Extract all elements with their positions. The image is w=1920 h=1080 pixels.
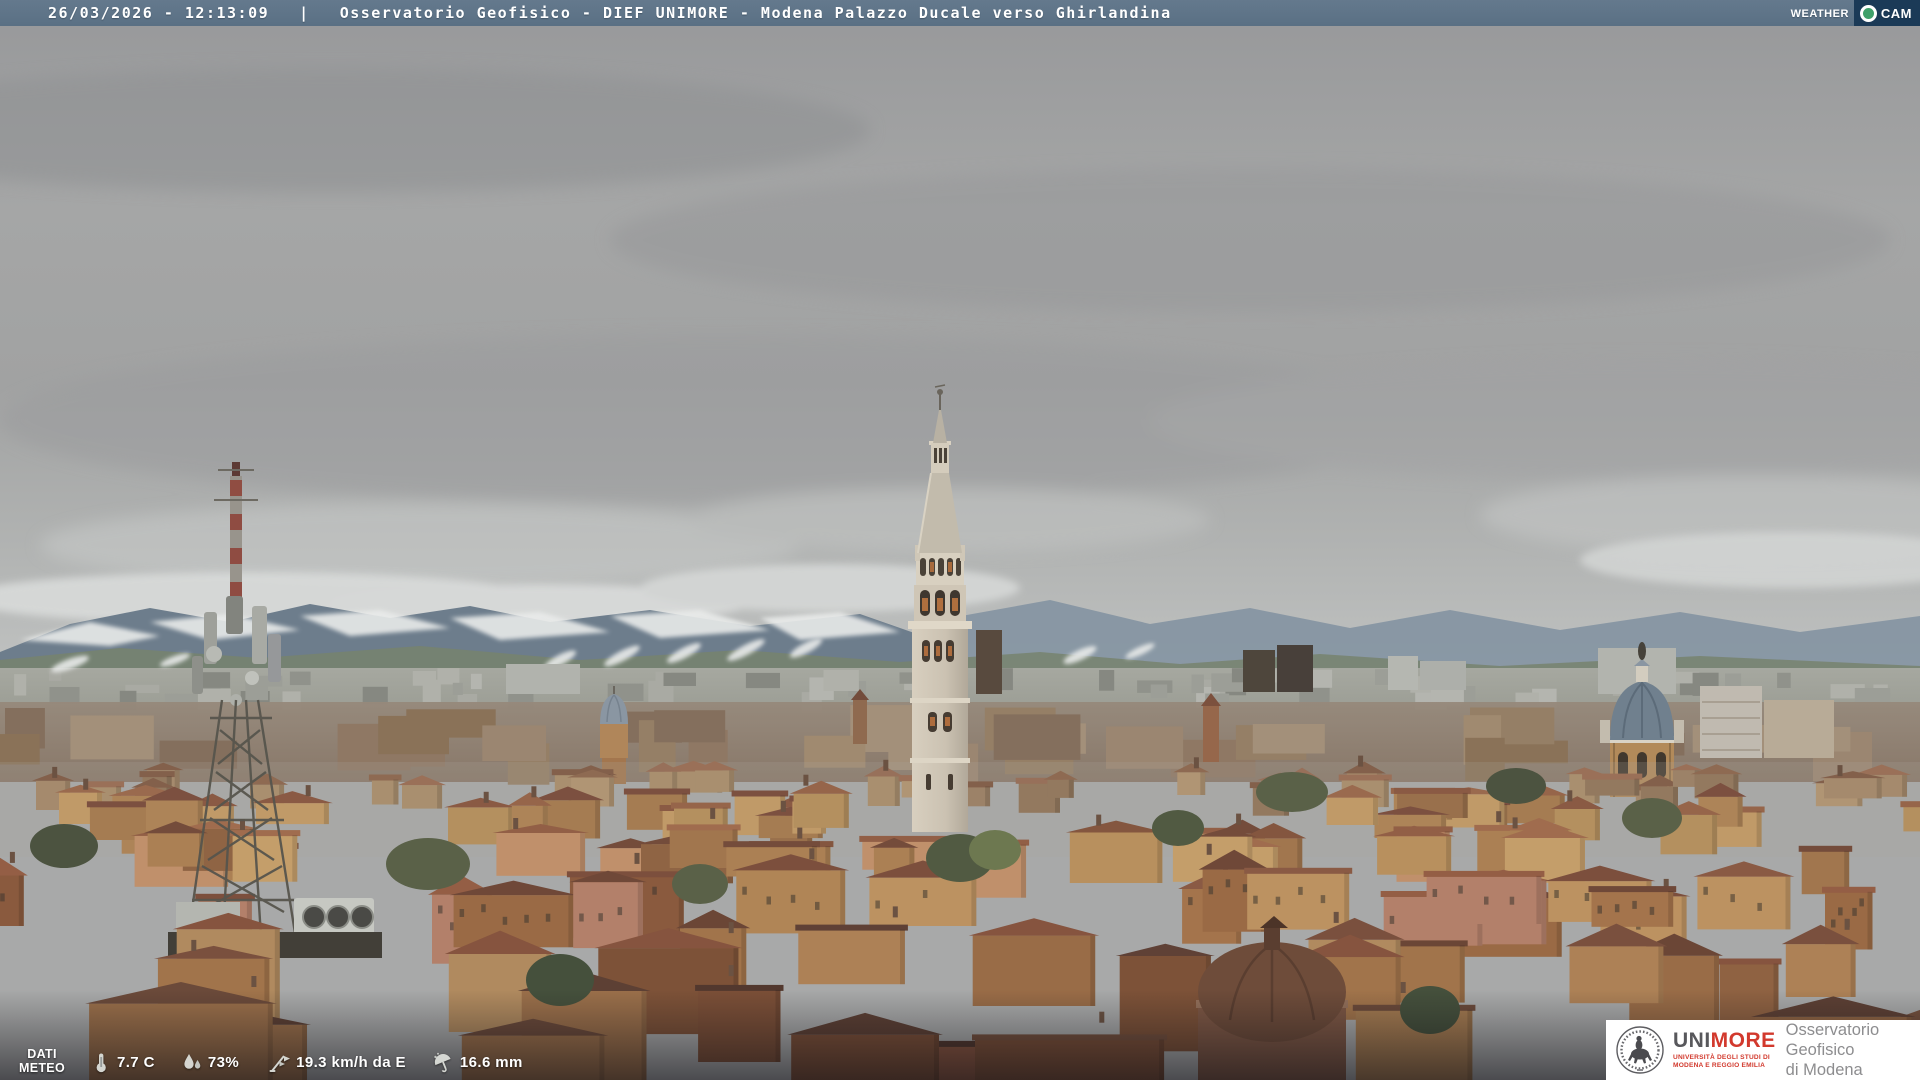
umbrella-icon xyxy=(434,1052,451,1073)
humidity-reading: 73% xyxy=(181,1051,239,1073)
unimore-logo-box: UNIMORE UNIVERSITÀ DEGLI STUDI DI MODENA… xyxy=(1606,1020,1920,1080)
wind-reading: 19.3 km/h da E xyxy=(267,1051,406,1073)
unimore-more-text: MORE xyxy=(1710,1028,1776,1052)
dati-label-line1: DATI xyxy=(27,1047,57,1062)
weathercam-cam-text: Cam xyxy=(1880,2,1912,23)
webcam-frame: 26/03/2026 - 12:13:09 | Osservatorio Geo… xyxy=(0,0,1920,1080)
city-panorama-photo xyxy=(0,0,1920,1080)
unimore-seal-icon xyxy=(1616,1026,1664,1074)
webcam-title: Osservatorio Geofisico - DIEF UNIMORE - … xyxy=(339,4,1172,22)
weathercam-weather-text: Weather xyxy=(1790,4,1849,21)
dati-meteo-label: DATI METEO xyxy=(16,1047,68,1076)
rain-reading: 16.6 mm xyxy=(432,1051,523,1073)
thermometer-icon xyxy=(96,1053,106,1073)
temperature-value: 7.7 C xyxy=(117,1053,155,1071)
droplets-icon xyxy=(184,1054,201,1069)
unimore-uni-text: UNI xyxy=(1673,1028,1711,1052)
unimore-subtitle-line2: MODENA E REGGIO EMILIA xyxy=(1673,1062,1766,1069)
separator-bar: | xyxy=(299,4,310,22)
dati-label-line2: METEO xyxy=(19,1061,65,1075)
wind-vane-icon xyxy=(269,1055,291,1072)
wind-value: 19.3 km/h da E xyxy=(296,1053,406,1071)
unimore-subtitle-line1: UNIVERSITÀ DEGLI STUDI DI xyxy=(1673,1053,1770,1061)
weathercam-logo: Weather Cam xyxy=(1791,0,1920,26)
humidity-value: 73% xyxy=(207,1053,240,1071)
datetime-text: 26/03/2026 - 12:13:09 xyxy=(48,4,270,22)
rain-value: 16.6 mm xyxy=(459,1053,523,1071)
weathercam-cam-box: Cam xyxy=(1853,0,1920,26)
observatory-name-line1: Osservatorio Geofisico xyxy=(1785,1020,1880,1059)
temperature-reading: 7.7 C xyxy=(90,1051,155,1073)
unimore-wordmark: UNIMORE UNIVERSITÀ DEGLI STUDI DI MODENA… xyxy=(1673,1030,1776,1070)
observatory-name: Osservatorio Geofisico di Modena xyxy=(1786,1020,1920,1080)
webcam-header-bar: 26/03/2026 - 12:13:09 | Osservatorio Geo… xyxy=(0,0,1920,26)
weathercam-dot-icon xyxy=(1859,4,1877,22)
observatory-name-line2: di Modena xyxy=(1785,1061,1863,1080)
